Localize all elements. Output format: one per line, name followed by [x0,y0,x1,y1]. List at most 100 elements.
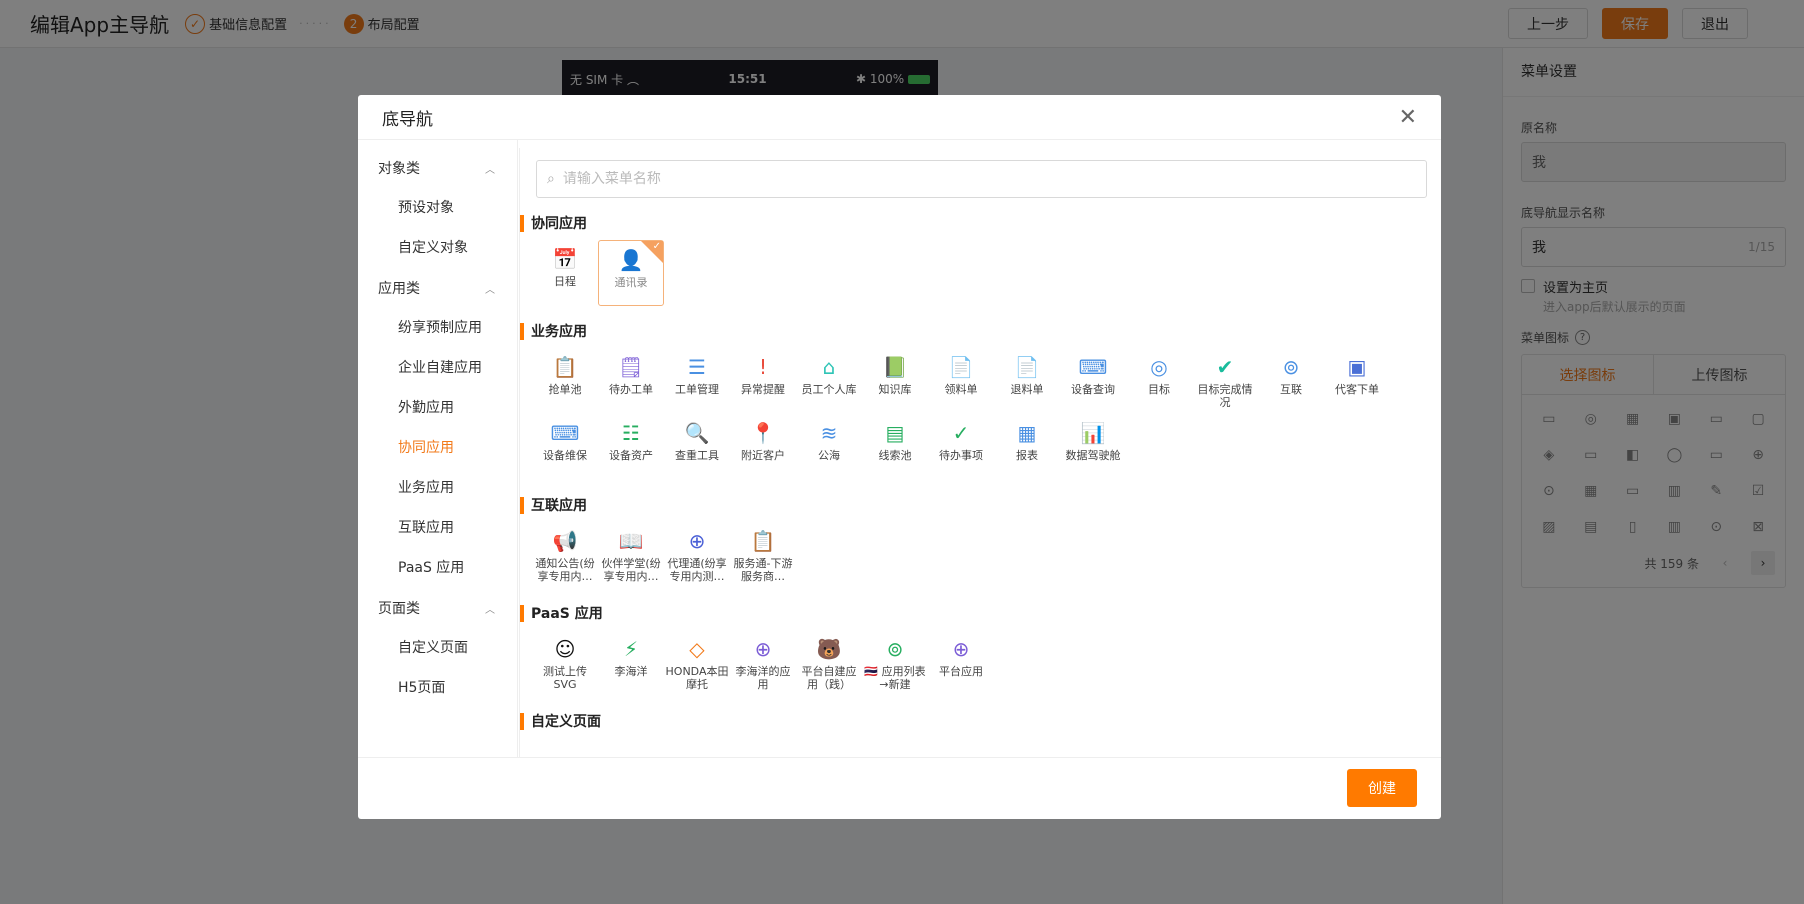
menu-tile[interactable]: ▦ 报表 [994,414,1060,480]
menu-tile[interactable]: 📋 抢单池 [532,348,598,414]
tile-label: 代理通(纷享专用内测… [667,557,727,583]
nav-item[interactable]: H5页面 [358,668,517,708]
nav-group-label: 应用类 [378,281,420,297]
menu-tile[interactable]: 📗 知识库 [862,348,928,414]
check-icon: ✓ [652,241,661,252]
nav-group[interactable]: 应用类 ︿ [358,268,517,308]
section-title-text: 自定义页面 [531,714,601,730]
menu-tile[interactable]: ✓ 待办事项 [928,414,994,480]
app-icon: 📖 [618,529,644,553]
tile-label: HONDA本田摩托 [665,665,729,691]
app-icon: 📄 [1014,355,1040,379]
app-icon: ✓ [952,421,970,445]
app-icon: 📋 [750,529,776,553]
menu-tile[interactable]: ▤ 线索池 [862,414,928,480]
tile-label: 设备资产 [609,449,653,462]
nav-group[interactable]: 对象类 ︿ [358,148,517,188]
tile-label: 服务通-下游服务商… [733,557,793,583]
app-icon: 📄 [948,355,974,379]
menu-section: 互联应用 📢 通知公告(纷享专用内… 📖 伙伴学堂(纷享专用内… ⊕ 代理通(纷享专用内测…… [520,494,1441,588]
section-marker [520,604,524,622]
menu-tile[interactable]: ✔ 目标完成情况 [1192,348,1258,414]
menu-tile[interactable]: 🔍 查重工具 [664,414,730,480]
app-icon: 📗 [882,355,908,379]
menu-tile[interactable]: 📍 附近客户 [730,414,796,480]
menu-tile[interactable]: 📢 通知公告(纷享专用内… [532,522,598,588]
menu-tile[interactable]: 📄 领料单 [928,348,994,414]
app-icon: ≋ [820,421,838,445]
tile-label: 数据驾驶舱 [1065,449,1121,462]
menu-tile[interactable]: ⌨ 设备维保 [532,414,598,480]
tile-label: 工单管理 [675,383,719,396]
chevron-up-icon: ︿ [485,284,495,296]
nav-item[interactable]: 自定义页面 [358,628,517,668]
menu-search[interactable]: ⌕ [536,160,1427,198]
app-icon: ⌨ [550,421,580,445]
nav-item[interactable]: 协同应用 [358,428,517,468]
tile-label: 李海洋的应用 [735,665,791,691]
bottom-nav-dialog: 底导航 ✕ 对象类 ︿ 预设对象 自定义对象 应用类 ︿ 纷享预制应用 企业自建应用 外勤应用协… [358,95,1441,819]
nav-item[interactable]: 自定义对象 [358,228,517,268]
nav-item[interactable]: 纷享预制应用 [358,308,517,348]
menu-search-input[interactable] [562,171,1416,187]
app-icon: 🐻 [816,637,842,661]
menu-tile[interactable]: ≋ 公海 [796,414,862,480]
app-icon: ⚡ [623,637,639,661]
create-button[interactable]: 创建 [1347,769,1417,807]
menu-tile[interactable]: ⊕ 李海洋的应用 [730,630,796,696]
menu-tile[interactable]: ⊚ 🇹🇭 应用列表→新建 [862,630,928,696]
menu-tile[interactable]: ◇ HONDA本田摩托 [664,630,730,696]
menu-tile[interactable]: 📅 日程 [532,240,598,306]
menu-tile[interactable]: ◎ 目标 [1126,348,1192,414]
tile-label: 抢单池 [548,383,582,396]
tile-label: 平台自建应用（践） [801,665,857,691]
menu-tile[interactable]: 🗒 待办工单 [598,348,664,414]
nav-item[interactable]: 预设对象 [358,188,517,228]
tile-label: 互联 [1280,383,1302,396]
app-icon: ◎ [1150,355,1168,379]
nav-group-label: 页面类 [378,601,420,617]
close-icon[interactable]: ✕ [1399,105,1417,130]
menu-tile[interactable]: ⊕ 平台应用 [928,630,994,696]
menu-tile[interactable]: ⌨ 设备查询 [1060,348,1126,414]
menu-tile[interactable]: 📄 退料单 [994,348,1060,414]
menu-tile[interactable]: ⌂ 员工个人库 [796,348,862,414]
menu-tile[interactable]: ! 异常提醒 [730,348,796,414]
menu-tile[interactable]: 📖 伙伴学堂(纷享专用内… [598,522,664,588]
nav-item[interactable]: 外勤应用 [358,388,517,428]
section-title-text: PaaS 应用 [531,606,603,622]
menu-tile[interactable]: ⊕ 代理通(纷享专用内测… [664,522,730,588]
app-icon: ⌂ [822,355,836,379]
menu-tile[interactable]: 📊 数据驾驶舱 [1060,414,1126,480]
menu-tile[interactable]: ☷ 设备资产 [598,414,664,480]
menu-tile[interactable]: ⊚ 互联 [1258,348,1324,414]
section-title: 互联应用 [520,494,1441,516]
tile-label: 线索池 [878,449,912,462]
tile-label: 异常提醒 [741,383,785,396]
tile-label: 公海 [818,449,840,462]
nav-item[interactable]: 业务应用 [358,468,517,508]
nav-item[interactable]: PaaS 应用 [358,548,517,588]
menu-tile[interactable]: ▣ 代客下单 [1324,348,1390,414]
tile-label: 通知公告(纷享专用内… [535,557,595,583]
nav-item[interactable]: 互联应用 [358,508,517,548]
tile-label: 🇹🇭 应用列表→新建 [864,665,926,691]
menu-tile[interactable]: 📋 服务通-下游服务商… [730,522,796,588]
menu-section: 自定义页面 [520,710,1441,738]
app-icon: 📋 [552,355,578,379]
app-icon: ⊕ [688,529,706,553]
menu-tile[interactable]: ☺ 测试上传SVG [532,630,598,696]
menu-tile[interactable]: ⚡ 李海洋 [598,630,664,696]
section-title: PaaS 应用 [520,602,1441,624]
menu-tile[interactable]: 👤 通讯录 ✓ [598,240,664,306]
menu-tile[interactable]: 🐻 平台自建应用（践） [796,630,862,696]
tile-label: 测试上传SVG [543,665,587,691]
menu-tile[interactable]: ☰ 工单管理 [664,348,730,414]
tile-label: 李海洋 [614,665,648,678]
app-icon: ⊚ [1282,355,1300,379]
tile-label: 待办事项 [939,449,983,462]
nav-item[interactable]: 企业自建应用 [358,348,517,388]
app-icon: ! [758,355,768,379]
section-title-text: 协同应用 [531,216,587,232]
nav-group[interactable]: 页面类 ︿ [358,588,517,628]
